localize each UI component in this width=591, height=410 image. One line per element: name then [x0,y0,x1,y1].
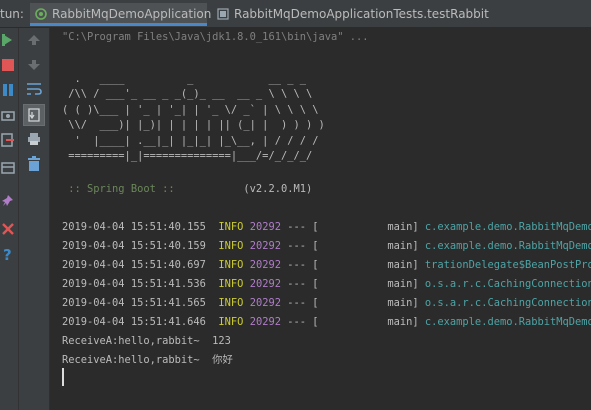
log-line: 2019-04-04 15:51:40.155 INFO 20292 --- [… [62,220,591,234]
log-line: 2019-04-04 15:51:41.536 INFO 20292 --- [… [62,277,591,291]
log-level: INFO [218,221,244,233]
tab-label: RabbitMqDemoApplicationTests.testRabbit [234,7,489,21]
console-output[interactable]: "C:\Program Files\Java\jdk1.8.0_161\bin\… [50,28,591,410]
log-thread: main] [318,316,419,328]
pin-icon[interactable] [1,194,15,208]
log-thread: main] [318,297,419,309]
help-icon[interactable]: ? [1,246,15,262]
text-cursor [62,368,64,386]
log-timestamp: 2019-04-04 15:51:40.697 [62,259,206,271]
scroll-to-end-icon [28,108,40,122]
spring-boot-label: :: Spring Boot :: [62,183,181,195]
log-logger[interactable]: o.s.a.r.c.CachingConnectionFac [425,278,591,290]
spring-banner-line: =========|_|==============|___/=/_/_/_/ [62,150,313,162]
spring-banner-line: . ____ _ __ _ _ [62,73,306,85]
log-timestamp: 2019-04-04 15:51:41.565 [62,297,206,309]
layout-icon[interactable] [1,161,15,175]
log-line: 2019-04-04 15:51:40.697 INFO 20292 --- [… [62,258,591,272]
log-level: INFO [218,316,244,328]
log-logger[interactable]: c.example.demo.RabbitMqDemoApp [425,221,591,233]
log-separator: --- [ [287,259,319,271]
camera-icon[interactable] [1,108,15,122]
run-toolbar: ? [0,28,19,410]
log-pid: 20292 [249,297,281,309]
log-timestamp: 2019-04-04 15:51:41.536 [62,278,206,290]
log-level: INFO [218,259,244,271]
receive-output-line: ReceiveA:hello,rabbit~ 123 [62,335,231,347]
log-pid: 20292 [249,240,281,252]
trash-icon[interactable] [27,156,41,172]
log-separator: --- [ [287,316,319,328]
log-logger[interactable]: c.example.demo.RabbitMqDemoApp [425,316,591,328]
log-timestamp: 2019-04-04 15:51:40.159 [62,240,206,252]
log-separator: --- [ [287,221,319,233]
log-timestamp: 2019-04-04 15:51:41.646 [62,316,206,328]
close-icon[interactable] [1,222,15,236]
rerun-icon[interactable] [1,33,15,47]
log-logger[interactable]: c.example.demo.RabbitMqDemoApp [425,240,591,252]
log-thread: main] [318,240,419,252]
spring-boot-version-line: :: Spring Boot :: (v2.2.0.M1) [62,182,312,196]
down-arrow-icon[interactable] [27,59,41,71]
log-line: 2019-04-04 15:51:41.646 INFO 20292 --- [… [62,315,591,329]
spring-banner-line: ( ( )\___ | '_ | '_| | '_ \/ _` | \ \ \ … [62,104,319,116]
log-line: 2019-04-04 15:51:40.159 INFO 20292 --- [… [62,239,591,253]
tab-rabbitmq-demo-tests[interactable]: RabbitMqDemoApplicationTests.testRabbit [212,3,489,26]
spring-boot-version: (v2.2.0.M1) [180,183,313,195]
log-level: INFO [218,297,244,309]
log-separator: --- [ [287,297,319,309]
spring-banner-line: /\\ / ___'_ __ _ _(_)_ __ __ _ \ \ \ \ [62,88,313,100]
console-toolbar [19,28,50,410]
log-line: 2019-04-04 15:51:41.565 INFO 20292 --- [… [62,296,591,310]
log-logger[interactable]: trationDelegate$BeanPostProces [425,259,591,271]
receive-output-line: ReceiveA:hello,rabbit~ 你好 [62,354,233,366]
run-label: tun: [0,7,24,21]
log-separator: --- [ [287,278,319,290]
log-separator: --- [ [287,240,319,252]
log-level: INFO [218,240,244,252]
log-thread: main] [318,259,419,271]
spring-banner-line: \\/ ___)| |_)| | | | | || (_| | ) ) ) ) [62,119,325,131]
print-icon[interactable] [27,132,41,146]
scroll-to-end-toggle[interactable] [23,104,45,126]
soft-wrap-icon[interactable] [26,82,42,96]
pause-icon[interactable] [1,83,15,97]
log-pid: 20292 [249,221,281,233]
exit-icon[interactable] [1,133,15,147]
log-pid: 20292 [249,316,281,328]
up-arrow-icon[interactable] [27,34,41,46]
log-thread: main] [318,221,419,233]
log-timestamp: 2019-04-04 15:51:40.155 [62,221,206,233]
tab-bar: tun: RabbitMqDemoApplication RabbitMqDem… [0,0,591,28]
java-command-line[interactable]: "C:\Program Files\Java\jdk1.8.0_161\bin\… [62,30,369,44]
test-icon [217,8,229,20]
log-level: INFO [218,278,244,290]
log-pid: 20292 [249,259,281,271]
tab-rabbitmq-demo-application[interactable]: RabbitMqDemoApplication [30,3,211,26]
svg-text:?: ? [3,246,12,262]
tab-label: RabbitMqDemoApplication [52,7,212,21]
log-thread: main] [318,278,419,290]
spring-app-icon [35,8,47,20]
log-pid: 20292 [249,278,281,290]
log-logger[interactable]: o.s.a.r.c.CachingConnectionFac [425,297,591,309]
stop-icon[interactable] [1,58,15,72]
spring-banner-line: ' |____| .__|_| |_|_| |_\__, | / / / / [62,135,319,147]
